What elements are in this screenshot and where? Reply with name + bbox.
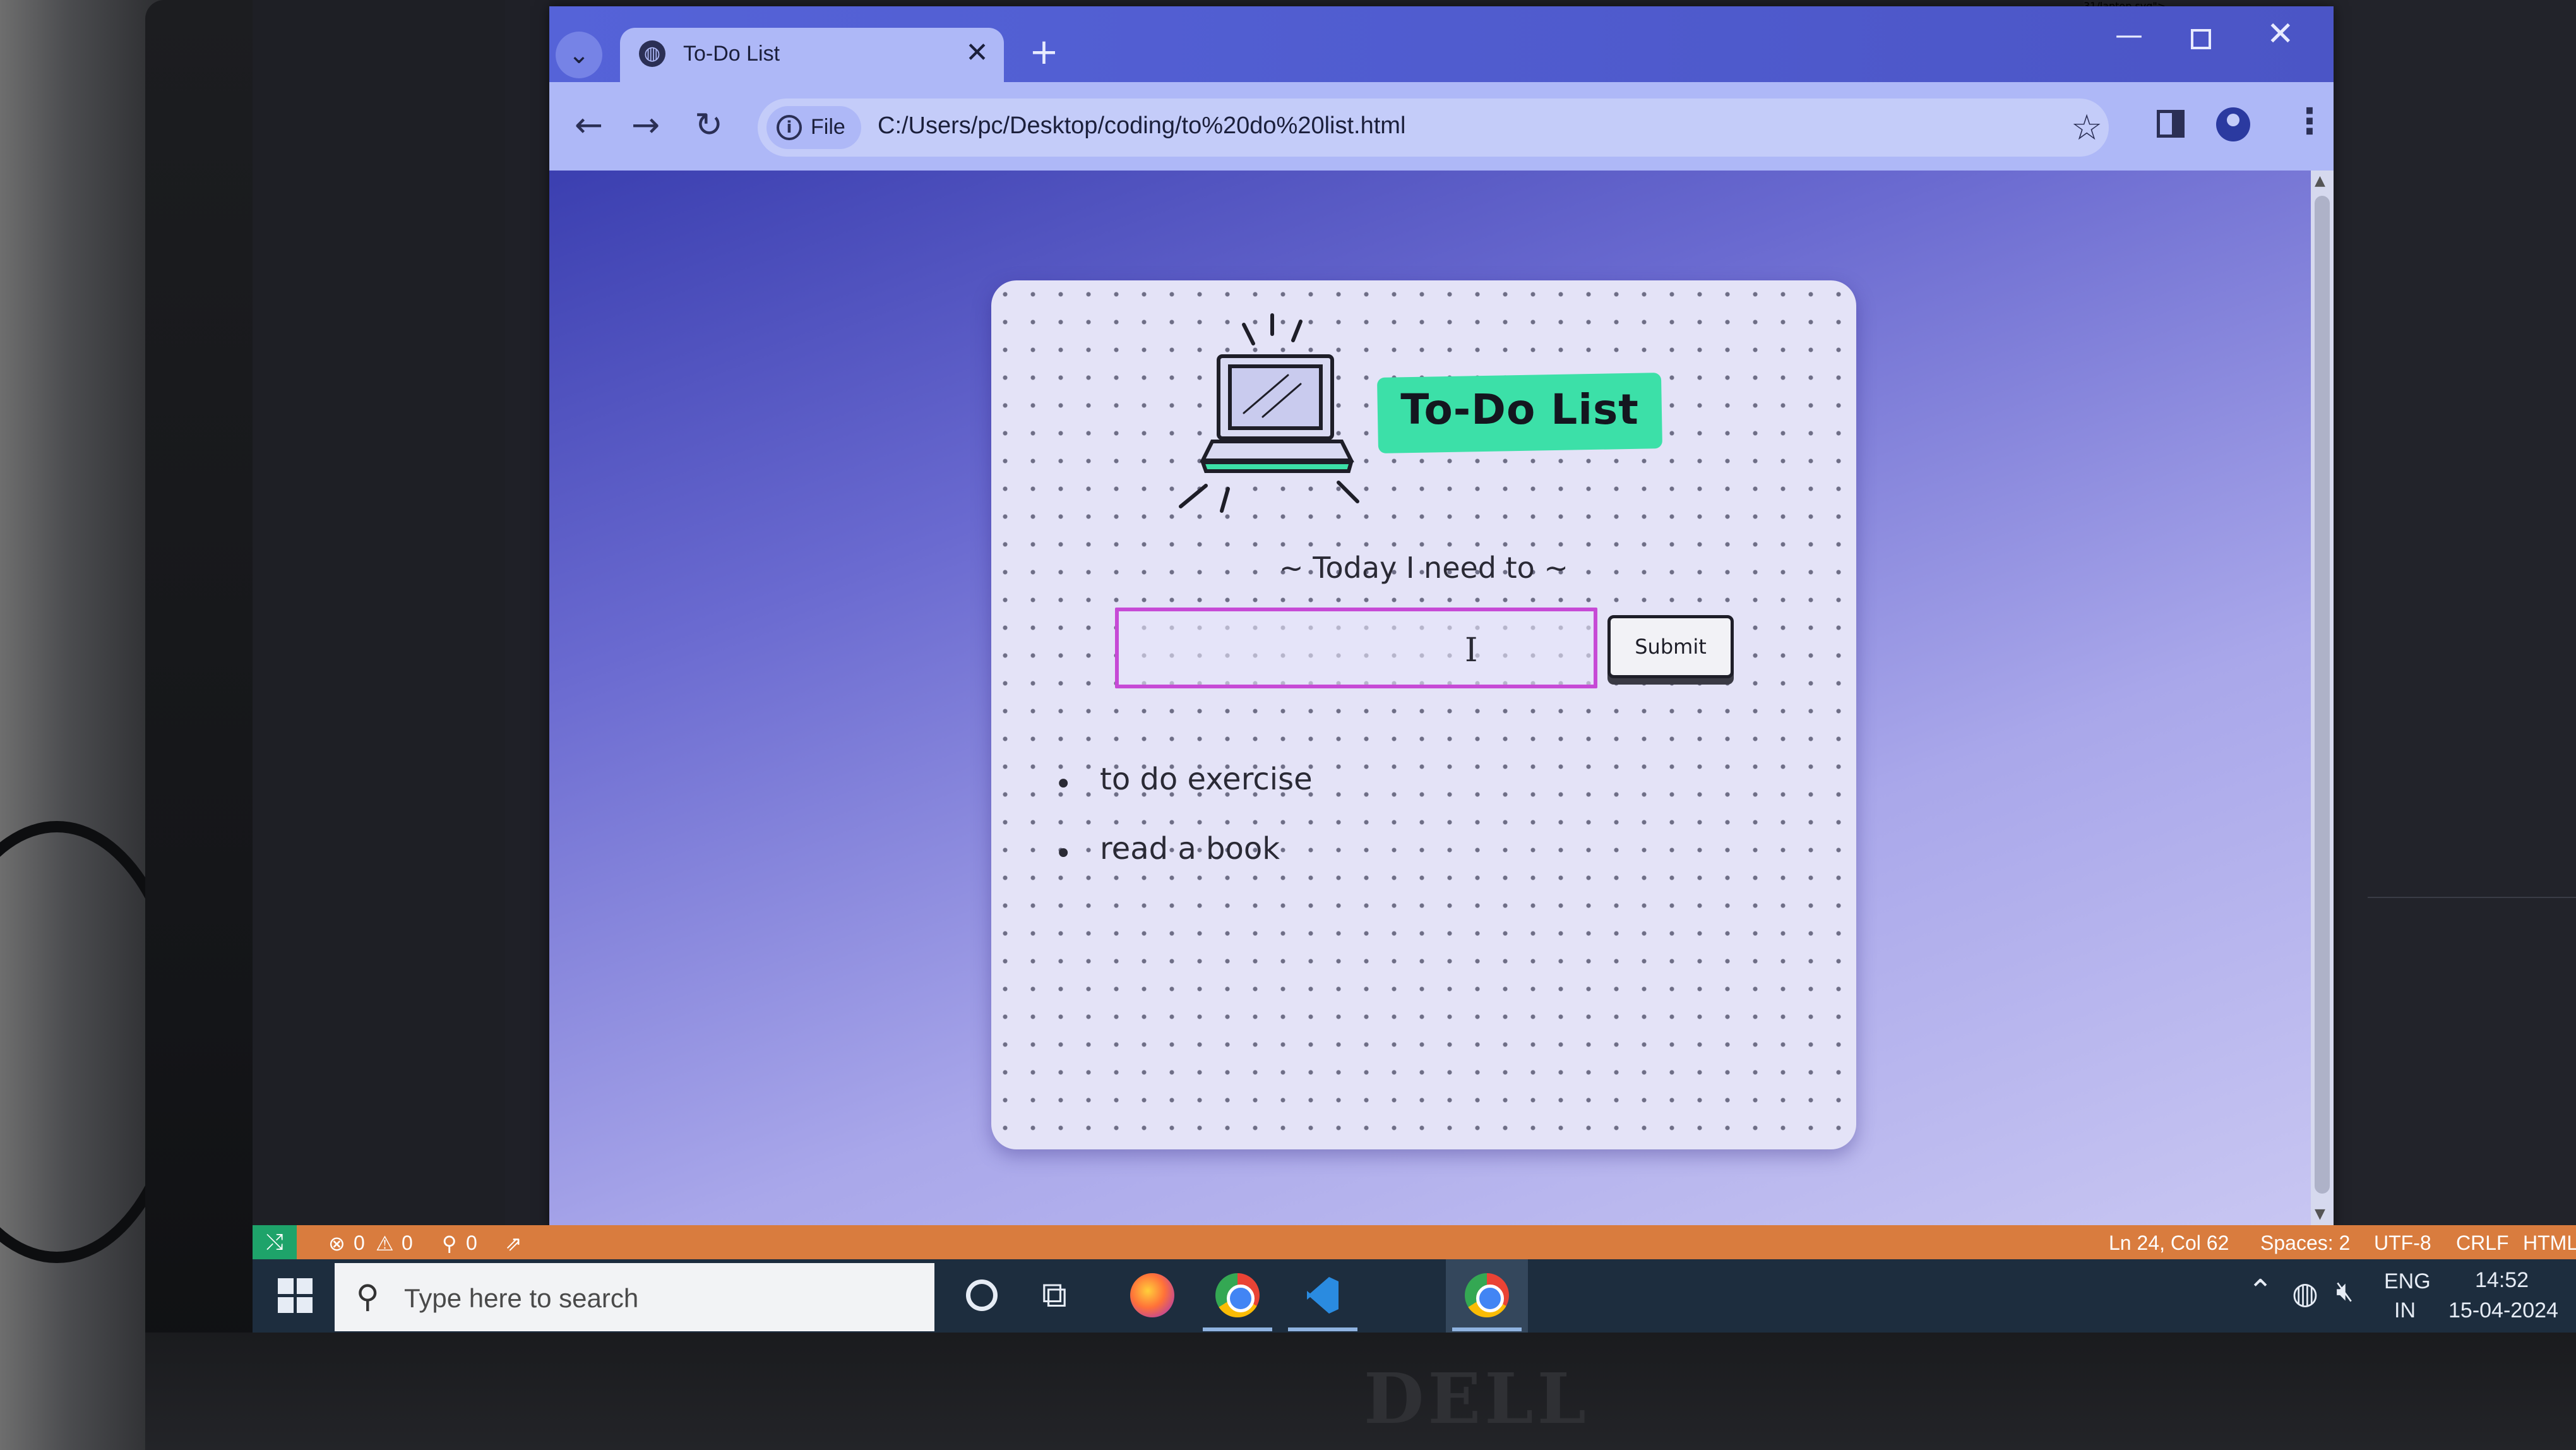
firefox-icon[interactable] xyxy=(1130,1273,1174,1317)
browser-menu-icon[interactable]: ⋮ xyxy=(2292,101,2327,142)
bullet-icon: • xyxy=(1054,767,1073,802)
todo-list: • to do exercise • read a book xyxy=(1054,760,1749,899)
task-input[interactable]: I xyxy=(1115,608,1597,688)
globe-icon: ◍ xyxy=(639,40,665,67)
info-icon: i xyxy=(777,115,802,140)
monitor-brand-logo: DELL xyxy=(1364,1358,1590,1439)
cursor-position[interactable]: Ln 24, Col 62 xyxy=(2109,1231,2229,1255)
url-text[interactable]: C:/Users/pc/Desktop/coding/to%20do%20lis… xyxy=(878,112,1405,140)
page-scrollbar[interactable]: ▲ ▼ xyxy=(2311,171,2334,1229)
line-ending[interactable]: CRLF xyxy=(2456,1231,2509,1255)
list-item[interactable]: • to do exercise xyxy=(1054,760,1749,830)
network-globe-icon[interactable]: ◍ xyxy=(2292,1276,2318,1311)
subtitle: ~ Today I need to ~ xyxy=(1279,551,1568,585)
clock-date[interactable]: 15-04-2024 xyxy=(2448,1298,2558,1323)
language-mode[interactable]: HTML xyxy=(2523,1231,2576,1255)
scroll-thumb[interactable] xyxy=(2315,196,2330,1194)
reload-icon[interactable]: ↻ xyxy=(695,105,723,145)
input-region[interactable]: IN xyxy=(2394,1298,2416,1323)
ports-count[interactable]: 0 xyxy=(466,1231,477,1255)
encoding[interactable]: UTF-8 xyxy=(2374,1231,2431,1255)
tab-search-button[interactable]: ⌄ xyxy=(556,32,602,78)
search-placeholder: Type here to search xyxy=(404,1283,639,1313)
editor-divider xyxy=(2368,897,2576,898)
warning-count[interactable]: 0 xyxy=(402,1231,413,1255)
search-icon: ⚲ xyxy=(356,1278,379,1315)
running-indicator xyxy=(1288,1327,1357,1331)
remote-indicator-icon[interactable]: ⤭ xyxy=(253,1225,297,1259)
running-indicator xyxy=(1203,1327,1272,1331)
forward-icon[interactable]: → xyxy=(631,105,660,145)
vscode-statusbar: ⤭ ⊗ 0 ⚠ 0 ⚲ 0 ⇗ Ln 24, Col 62 Spaces: 2 … xyxy=(253,1225,2576,1259)
tab-todo-list[interactable]: ◍ To-Do List ✕ xyxy=(620,28,1004,82)
submit-button[interactable]: Submit xyxy=(1607,615,1734,678)
warning-icon[interactable]: ⚠ xyxy=(376,1231,394,1255)
monitor-bezel-bottom xyxy=(145,1333,2576,1450)
new-tab-button[interactable]: + xyxy=(1029,32,1059,73)
list-item[interactable]: • read a book xyxy=(1054,830,1749,899)
running-indicator xyxy=(1452,1327,1522,1331)
minimize-button[interactable]: — xyxy=(2115,19,2143,51)
monitor-screen: 31/laptop.svg"> ⌄ ◍ To-Do List ✕ + — ✕ ←… xyxy=(253,0,2576,1333)
tab-close-icon[interactable]: ✕ xyxy=(965,37,989,69)
ports-icon[interactable]: ⚲ xyxy=(442,1231,456,1255)
scroll-up-icon[interactable]: ▲ xyxy=(2315,173,2325,189)
close-window-button[interactable]: ✕ xyxy=(2267,15,2294,53)
error-count[interactable]: 0 xyxy=(354,1231,365,1255)
windows-taskbar: ⚲ Type here to search ⧉ ⌃ ◍ 🔇︎ ENG IN 14… xyxy=(253,1259,2576,1333)
clock-time[interactable]: 14:52 xyxy=(2475,1268,2529,1293)
cortana-icon[interactable] xyxy=(966,1279,998,1311)
bullet-icon: • xyxy=(1054,836,1073,872)
live-share-icon[interactable]: ⇗ xyxy=(505,1231,522,1255)
tab-title: To-Do List xyxy=(683,42,780,66)
chevron-up-icon[interactable]: ⌃ xyxy=(2248,1273,2273,1309)
side-panel-icon[interactable] xyxy=(2157,110,2185,138)
input-language[interactable]: ENG xyxy=(2384,1269,2431,1294)
volume-muted-icon[interactable]: 🔇︎ xyxy=(2336,1276,2354,1307)
vscode-activity-bar xyxy=(505,0,549,1225)
tab-strip: ⌄ ◍ To-Do List ✕ + — ✕ xyxy=(549,6,2334,82)
todo-item-text: read a book xyxy=(1100,831,1280,866)
maximize-button[interactable] xyxy=(2191,29,2211,49)
browser-toolbar: ← → ↻ i File C:/Users/pc/Desktop/coding/… xyxy=(549,82,2334,171)
vscode-icon[interactable] xyxy=(1301,1273,1345,1317)
windows-start-icon[interactable] xyxy=(278,1278,313,1314)
taskbar-search[interactable]: ⚲ Type here to search xyxy=(335,1263,934,1331)
scroll-down-icon[interactable]: ▼ xyxy=(2315,1206,2325,1222)
todo-item-text: to do exercise xyxy=(1100,762,1313,797)
page-viewport: To-Do List ~ Today I need to ~ I Submit … xyxy=(549,171,2311,1229)
laptop-illustration xyxy=(1179,313,1359,513)
indentation[interactable]: Spaces: 2 xyxy=(2260,1231,2350,1255)
task-view-icon[interactable]: ⧉ xyxy=(1042,1274,1086,1319)
text-cursor-icon: I xyxy=(1465,632,1478,669)
browser-window: ⌄ ◍ To-Do List ✕ + — ✕ ← → ↻ i File C:/U… xyxy=(549,6,2334,1229)
address-bar[interactable]: i File C:/Users/pc/Desktop/coding/to%20d… xyxy=(758,99,2109,157)
profile-avatar-icon[interactable] xyxy=(2216,107,2250,141)
error-icon[interactable]: ⊗ xyxy=(328,1231,345,1255)
page-title: To-Do List xyxy=(1400,385,1639,434)
site-info-label: File xyxy=(811,115,845,139)
bookmark-star-icon[interactable]: ☆ xyxy=(2071,107,2102,148)
chrome-icon[interactable] xyxy=(1465,1273,1509,1317)
back-icon[interactable]: ← xyxy=(575,105,603,145)
todo-card: To-Do List ~ Today I need to ~ I Submit … xyxy=(991,280,1856,1149)
site-info-chip[interactable]: i File xyxy=(766,106,861,149)
chrome-icon[interactable] xyxy=(1215,1273,1260,1317)
